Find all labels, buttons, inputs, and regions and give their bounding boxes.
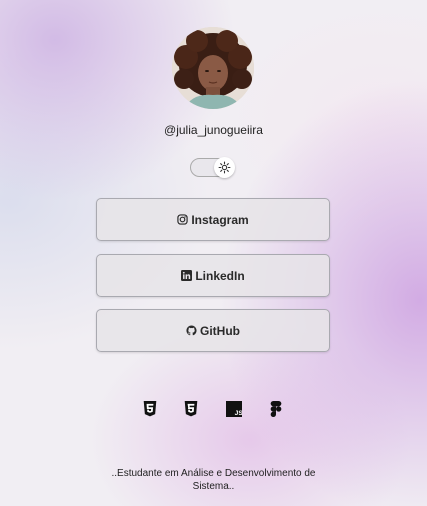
instagram-icon bbox=[177, 214, 188, 225]
footer-line-1: ..Estudante em Análise e Desenvolvimento… bbox=[111, 468, 316, 479]
profile-username: @julia_junogueiira bbox=[164, 123, 263, 137]
footer-line-2: Sistema.. bbox=[192, 481, 235, 492]
svg-text:JS: JS bbox=[235, 410, 242, 417]
theme-toggle[interactable] bbox=[190, 157, 235, 178]
sun-icon bbox=[218, 161, 231, 174]
linkedin-icon bbox=[181, 270, 193, 281]
avatar-photo bbox=[172, 27, 254, 109]
instagram-link-label: Instagram bbox=[191, 212, 249, 227]
linkedin-link-label: LinkedIn bbox=[195, 268, 245, 283]
css3-icon bbox=[184, 401, 198, 417]
footer-text: ..Estudante em Análise e Desenvolvimento… bbox=[0, 467, 427, 493]
toggle-knob[interactable] bbox=[214, 157, 235, 178]
profile-avatar bbox=[172, 27, 254, 109]
instagram-link-button[interactable]: Instagram bbox=[96, 198, 330, 241]
github-link-button[interactable]: GitHub bbox=[96, 309, 330, 352]
github-icon bbox=[186, 325, 197, 336]
html5-icon bbox=[143, 401, 157, 417]
figma-icon bbox=[270, 401, 282, 417]
linkedin-link-button[interactable]: LinkedIn bbox=[96, 254, 330, 297]
github-link-label: GitHub bbox=[200, 323, 240, 338]
javascript-icon: JS bbox=[226, 401, 242, 417]
